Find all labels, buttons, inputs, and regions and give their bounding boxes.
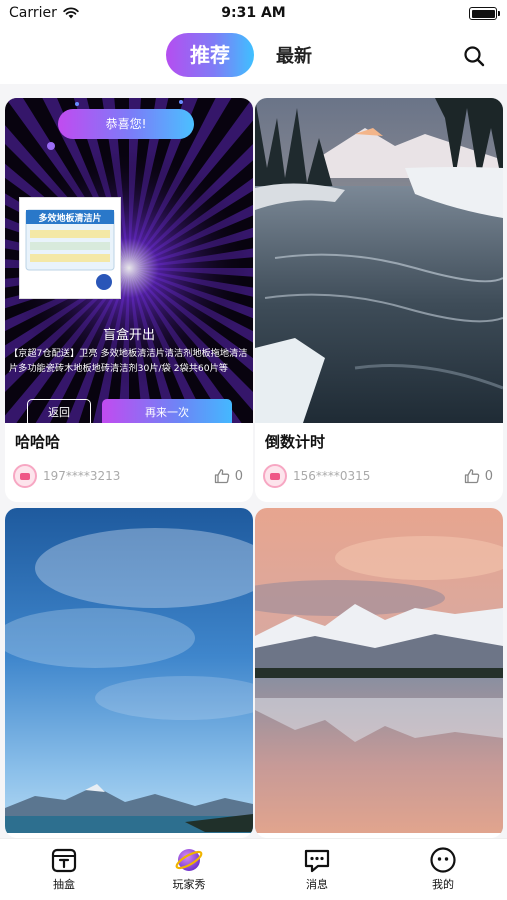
- avatar[interactable]: [263, 464, 287, 488]
- tab-messages[interactable]: 消息: [277, 845, 357, 892]
- tab-label: 玩家秀: [172, 878, 206, 891]
- post-card[interactable]: [255, 508, 503, 838]
- post-card[interactable]: 倒数计时 156****0315 0: [255, 98, 503, 502]
- tab-player-show[interactable]: 玩家秀: [149, 845, 229, 892]
- congrats-banner: 恭喜您!: [58, 109, 194, 139]
- like-button[interactable]: 0: [214, 468, 243, 484]
- status-time: 9:31 AM: [221, 5, 286, 21]
- back-button[interactable]: 返回: [27, 399, 91, 423]
- like-count: 0: [484, 468, 493, 484]
- product-image: 多效地板清洁片: [19, 197, 121, 299]
- thumbs-up-icon: [464, 469, 480, 484]
- bottom-tab-bar: 抽盒 玩家秀 消息 我的: [0, 838, 507, 900]
- product-label: 多效地板清洁片: [38, 212, 101, 224]
- post-title: 倒数计时: [265, 433, 326, 451]
- battery-icon: [469, 7, 500, 20]
- post-title: 哈哈哈: [15, 433, 61, 451]
- tab-blind-box[interactable]: 抽盒: [24, 845, 104, 892]
- post-card[interactable]: 恭喜您! 多效地板清洁片 盲盒开出 【京超7仓配送】卫亮 多效地板清洁片清洁剂地…: [5, 98, 253, 502]
- top-header: 推荐 最新: [0, 28, 507, 84]
- thumbs-up-icon: [214, 469, 230, 484]
- tab-latest[interactable]: 最新: [276, 42, 312, 68]
- message-icon: [304, 849, 330, 873]
- tab-recommend[interactable]: 推荐: [166, 33, 254, 77]
- product-description: 【京超7仓配送】卫亮 多效地板清洁片清洁剂地板拖地清洁片多功能瓷砖木地板地砖清洁…: [9, 348, 248, 374]
- like-button[interactable]: 0: [464, 468, 493, 484]
- post-meta: 197****3213 0: [13, 464, 243, 488]
- tab-label: 消息: [306, 878, 328, 891]
- post-image-winter-lake: [255, 98, 503, 423]
- post-meta: 156****0315 0: [263, 464, 493, 488]
- blind-box-title: 盲盒开出: [102, 328, 155, 343]
- username: 156****0315: [293, 469, 371, 483]
- blind-box-result: 恭喜您! 多效地板清洁片 盲盒开出 【京超7仓配送】卫亮 多效地板清洁片清洁剂地…: [5, 98, 253, 423]
- post-image-blue-sky: [5, 508, 253, 833]
- draw-again-button[interactable]: 再来一次: [102, 399, 232, 423]
- blind-box-icon: [51, 848, 77, 873]
- tab-mine[interactable]: 我的: [403, 845, 483, 892]
- planet-icon: [175, 849, 203, 871]
- avatar[interactable]: [13, 464, 37, 488]
- search-icon[interactable]: [463, 45, 485, 67]
- username: 197****3213: [43, 469, 121, 483]
- like-count: 0: [234, 468, 243, 484]
- post-image-mountain-lake: [255, 508, 503, 833]
- tab-label: 抽盒: [53, 878, 75, 891]
- status-bar: Carrier 9:31 AM: [0, 0, 507, 28]
- profile-icon: [430, 847, 456, 873]
- tab-label: 我的: [432, 878, 454, 891]
- post-card[interactable]: [5, 508, 253, 838]
